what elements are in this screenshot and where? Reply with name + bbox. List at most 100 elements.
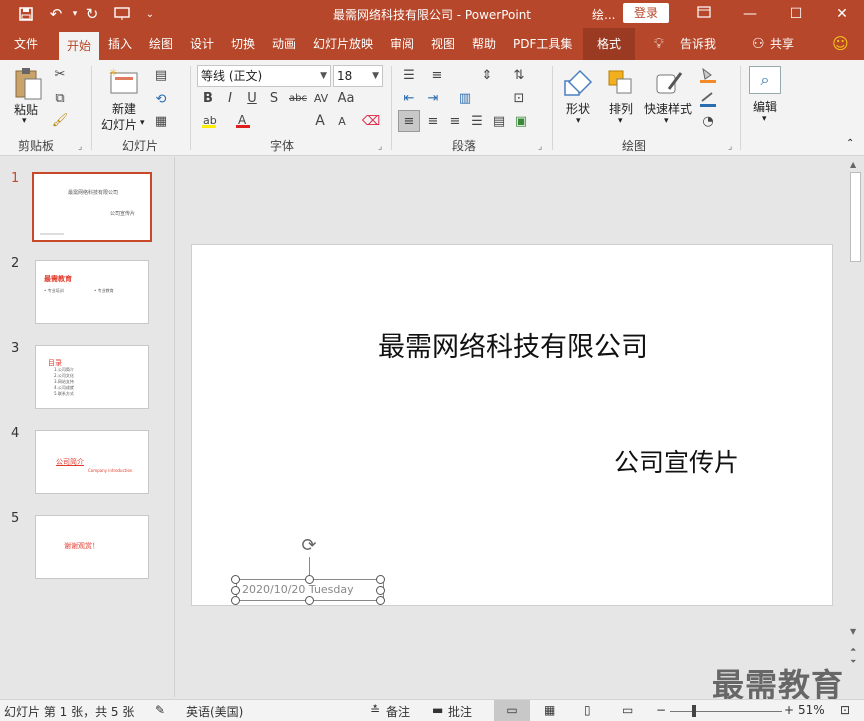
bullets-icon[interactable]: ☰ <box>400 66 418 84</box>
clipboard-launcher-icon[interactable]: ⌟ <box>78 142 82 152</box>
drawing-launcher-icon[interactable]: ⌟ <box>728 142 732 152</box>
paragraph-launcher-icon[interactable]: ⌟ <box>538 142 542 152</box>
editing-dropdown-icon[interactable]: ▾ <box>762 114 767 124</box>
slideshow-icon[interactable]: ▭ <box>622 703 633 717</box>
shapes-icon[interactable] <box>562 68 594 98</box>
layout-icon[interactable]: ▤ <box>152 66 170 84</box>
font-size-combo[interactable]: 18 ▼ <box>333 65 383 87</box>
comments-icon[interactable]: ▬ <box>432 703 443 717</box>
resize-handle-tm[interactable] <box>305 575 314 584</box>
zoom-slider-track[interactable] <box>670 711 782 712</box>
shapes-dropdown-icon[interactable]: ▾ <box>576 116 581 126</box>
line-spacing-icon[interactable]: ⇕ <box>478 66 496 84</box>
tab-format[interactable]: 格式 <box>583 28 636 60</box>
zoom-level[interactable]: 51% <box>798 703 825 717</box>
search-icon[interactable]: ⌕ <box>749 66 781 94</box>
arrange-dropdown-icon[interactable]: ▾ <box>618 116 623 126</box>
login-button[interactable]: 登录 <box>623 3 669 23</box>
resize-handle-ml[interactable] <box>231 586 240 595</box>
smiley-icon[interactable]: ☺ <box>832 28 849 60</box>
font-name-combo[interactable]: 等线 (正文) ▼ <box>197 65 331 87</box>
resize-handle-mr[interactable] <box>376 586 385 595</box>
ribbon-display-icon[interactable] <box>694 4 714 24</box>
notes-button[interactable]: 备注 <box>386 703 410 720</box>
zoom-in-icon[interactable]: + <box>784 703 794 717</box>
zoom-out-icon[interactable]: − <box>656 703 666 717</box>
distributed-icon[interactable]: ▤ <box>490 112 508 130</box>
language-status[interactable]: 英语(美国) <box>186 703 243 720</box>
editing-button[interactable]: 编辑 <box>753 98 777 115</box>
highlight-icon[interactable]: ab <box>200 112 218 130</box>
reading-view-icon[interactable]: ▯ <box>584 703 591 717</box>
share-button[interactable]: 共享 <box>770 28 794 60</box>
shape-effects-icon[interactable]: ◔ <box>698 112 718 130</box>
decrease-indent-icon[interactable]: ⇤ <box>400 90 418 106</box>
resize-handle-tl[interactable] <box>231 575 240 584</box>
arrange-button[interactable]: 排列 <box>609 100 633 117</box>
format-painter-icon[interactable]: 🖌︎ <box>52 112 69 128</box>
close-icon[interactable]: ✕ <box>832 4 852 24</box>
numbering-icon[interactable]: ≡ <box>428 66 446 84</box>
underline-icon[interactable]: U <box>244 90 260 106</box>
new-slide-icon[interactable]: ✳ <box>106 66 140 96</box>
tab-design[interactable]: 设计 <box>190 28 214 60</box>
arrange-icon[interactable] <box>606 68 636 98</box>
tab-transitions[interactable]: 切换 <box>231 28 255 60</box>
smartart-icon[interactable]: ▣ <box>512 112 530 130</box>
comments-button[interactable]: 批注 <box>448 703 472 720</box>
align-left-icon[interactable]: ≡ <box>398 110 420 132</box>
collapse-ribbon-icon[interactable]: ⌃ <box>846 138 854 149</box>
new-slide-label-2[interactable]: 幻灯片 <box>101 116 137 133</box>
cut-icon[interactable]: ✂ <box>52 66 68 82</box>
slide-title[interactable]: 最需网络科技有限公司 <box>192 325 834 364</box>
tab-home[interactable]: 开始 <box>59 32 100 60</box>
tell-me-button[interactable]: 告诉我 <box>680 28 716 60</box>
prev-slide-icon[interactable]: ⏶ <box>850 645 856 655</box>
minimize-icon[interactable]: — <box>740 4 760 24</box>
align-right-icon[interactable]: ≡ <box>446 112 464 130</box>
reset-icon[interactable]: ⟲ <box>152 90 170 108</box>
rotate-handle-icon[interactable]: ⟳ <box>298 535 320 557</box>
resize-handle-tr[interactable] <box>376 575 385 584</box>
tab-insert[interactable]: 插入 <box>108 28 132 60</box>
scrollbar-thumb[interactable] <box>850 172 861 262</box>
notes-icon[interactable]: ≛ <box>370 703 380 717</box>
quick-styles-icon[interactable] <box>654 68 684 98</box>
align-center-icon[interactable]: ≡ <box>424 112 442 130</box>
tab-review[interactable]: 审阅 <box>390 28 414 60</box>
tab-draw[interactable]: 绘图 <box>149 28 173 60</box>
scroll-down-icon[interactable]: ▼ <box>850 627 856 636</box>
tab-animations[interactable]: 动画 <box>272 28 296 60</box>
grow-font-icon[interactable]: A <box>312 112 328 130</box>
copy-icon[interactable]: ⧉ <box>52 90 68 106</box>
slide-subtitle[interactable]: 公司宣传片 <box>614 443 739 479</box>
next-slide-icon[interactable]: ⏷ <box>850 657 856 667</box>
zoom-slider-thumb[interactable] <box>692 705 696 717</box>
spellcheck-icon[interactable]: ✎ <box>155 703 165 717</box>
slide-sorter-icon[interactable]: ▦ <box>544 703 555 717</box>
slide-thumbnail-5[interactable]: 谢谢观赏！ <box>35 515 149 579</box>
increase-indent-icon[interactable]: ⇥ <box>424 90 442 106</box>
strikethrough-icon[interactable]: abc <box>286 90 310 106</box>
maximize-icon[interactable]: ☐ <box>786 4 806 24</box>
tab-slideshow[interactable]: 幻灯片放映 <box>313 28 373 60</box>
quick-styles-button[interactable]: 快速样式 <box>644 100 692 117</box>
shape-fill-icon[interactable] <box>698 66 718 84</box>
slide-thumbnail-3[interactable]: 目录 1.公司简介 2.公司文化 3.网站支持 4.公司成就 5.联系方式 <box>35 345 149 409</box>
slide-thumbnail-2[interactable]: 最需教育 • 专业培训 • 专业教育 <box>35 260 149 324</box>
columns-icon[interactable]: ▥ <box>456 90 474 106</box>
slide-thumbnail-4[interactable]: 公司简介 Company introduction <box>35 430 149 494</box>
text-direction-icon[interactable]: ⇅ <box>510 66 528 84</box>
shape-outline-icon[interactable] <box>698 90 718 108</box>
quick-styles-dropdown-icon[interactable]: ▾ <box>664 116 669 126</box>
shrink-font-icon[interactable]: A <box>334 112 350 130</box>
new-slide-dropdown-icon[interactable]: ▾ <box>140 118 145 128</box>
section-icon[interactable]: ▦ <box>152 112 170 130</box>
tab-file[interactable]: 文件 <box>14 28 38 60</box>
slide-thumbnail-1[interactable]: 最需网络科技有限公司 公司宣传片 <box>32 172 152 242</box>
resize-handle-bl[interactable] <box>231 596 240 605</box>
clear-format-icon[interactable]: ⌫ <box>362 112 380 130</box>
bold-icon[interactable]: B <box>200 90 216 106</box>
pane-divider[interactable] <box>174 157 175 697</box>
char-spacing-icon[interactable]: AV <box>312 90 330 106</box>
